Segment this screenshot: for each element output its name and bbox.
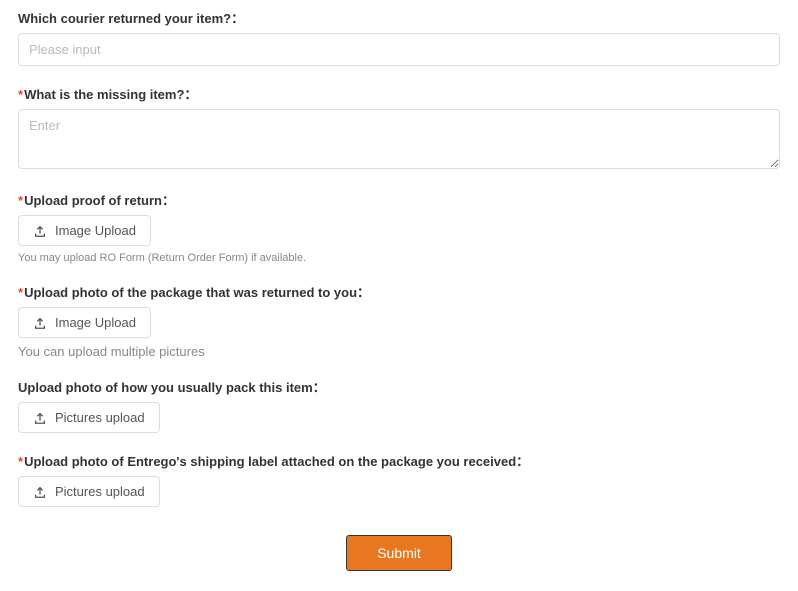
label-shipping-label-photo: *Upload photo of Entrego's shipping labe… [18, 451, 780, 470]
required-star-icon: * [18, 285, 23, 300]
form-group-packing-photo: Upload photo of how you usually pack thi… [18, 377, 780, 433]
courier-input[interactable] [18, 33, 780, 66]
required-star-icon: * [18, 193, 23, 208]
label-proof-of-return: *Upload proof of return： [18, 190, 780, 209]
upload-shipping-label-button[interactable]: Pictures upload [18, 476, 160, 507]
label-text: Upload photo of how you usually pack thi… [18, 380, 326, 395]
missing-item-textarea[interactable] [18, 109, 780, 169]
label-courier: Which courier returned your item?： [18, 8, 780, 27]
label-text: What is the missing item?： [24, 87, 197, 102]
form-group-proof-of-return: *Upload proof of return： Image Upload Yo… [18, 190, 780, 264]
helper-proof-of-return: You may upload RO Form (Return Order For… [18, 252, 780, 264]
form-group-missing-item: *What is the missing item?： [18, 84, 780, 172]
upload-icon [33, 485, 47, 499]
upload-button-label: Image Upload [55, 223, 136, 238]
upload-button-label: Pictures upload [55, 484, 145, 499]
upload-button-label: Pictures upload [55, 410, 145, 425]
upload-icon [33, 411, 47, 425]
label-missing-item: *What is the missing item?： [18, 84, 780, 103]
label-text: Upload photo of Entrego's shipping label… [24, 454, 529, 469]
upload-button-label: Image Upload [55, 315, 136, 330]
upload-package-button[interactable]: Image Upload [18, 307, 151, 338]
label-text: Upload proof of return： [24, 193, 175, 208]
upload-proof-button[interactable]: Image Upload [18, 215, 151, 246]
label-text: Upload photo of the package that was ret… [24, 285, 370, 300]
helper-package-photo: You can upload multiple pictures [18, 344, 780, 359]
form-group-courier: Which courier returned your item?： [18, 8, 780, 66]
form-group-shipping-label-photo: *Upload photo of Entrego's shipping labe… [18, 451, 780, 507]
required-star-icon: * [18, 87, 23, 102]
upload-icon [33, 224, 47, 238]
label-text: Which courier returned your item?： [18, 11, 244, 26]
submit-button[interactable]: Submit [346, 535, 452, 571]
form-group-package-photo: *Upload photo of the package that was re… [18, 282, 780, 359]
label-package-photo: *Upload photo of the package that was re… [18, 282, 780, 301]
upload-packing-button[interactable]: Pictures upload [18, 402, 160, 433]
upload-icon [33, 316, 47, 330]
submit-row: Submit [18, 535, 780, 571]
required-star-icon: * [18, 454, 23, 469]
label-packing-photo: Upload photo of how you usually pack thi… [18, 377, 780, 396]
